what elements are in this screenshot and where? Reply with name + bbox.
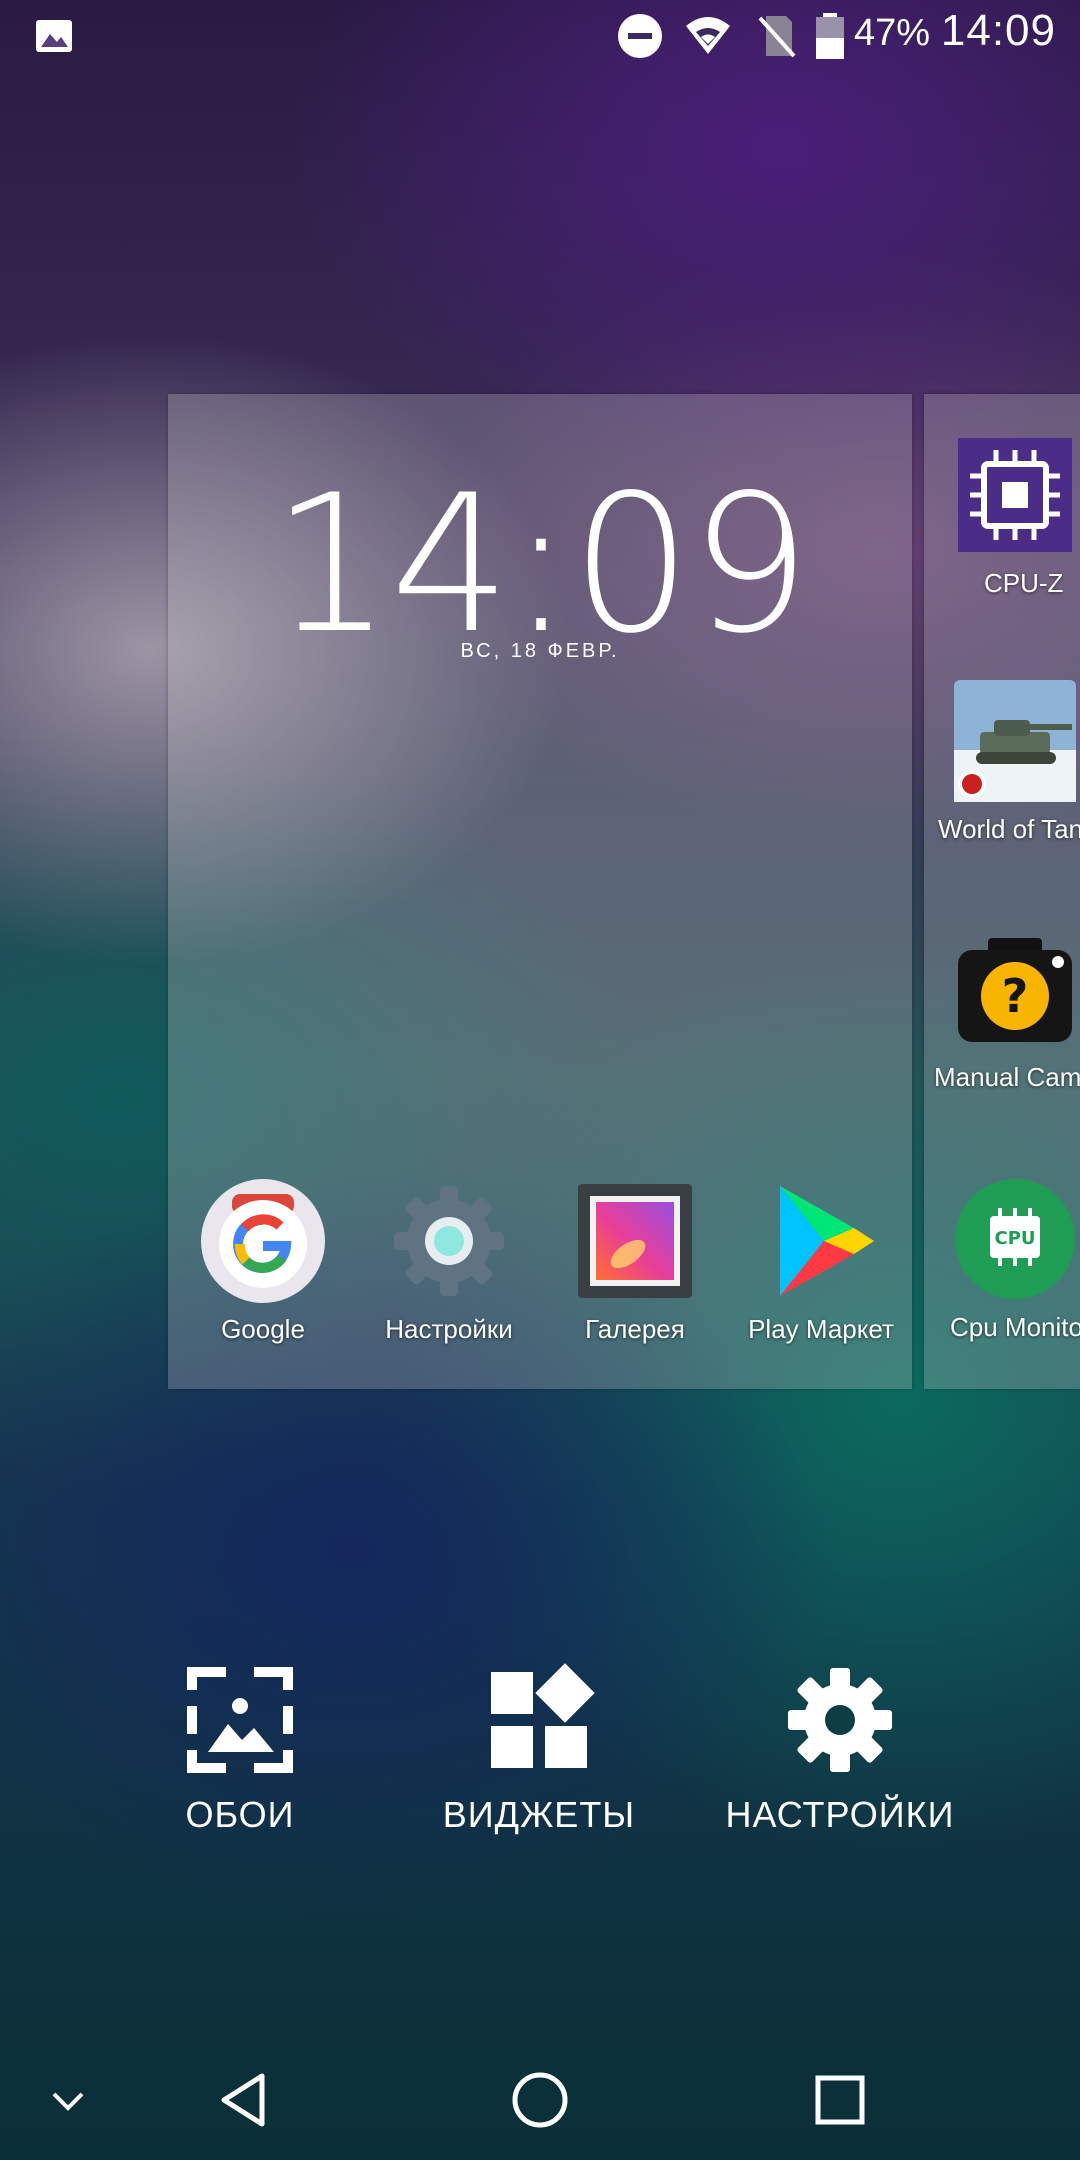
svg-text:?: ?	[1002, 969, 1029, 1023]
back-icon[interactable]	[212, 2068, 276, 2132]
no-sim-icon	[758, 16, 796, 58]
wallpaper-icon	[187, 1667, 293, 1773]
home-page-preview[interactable]: 14:09 ВС, 18 ФЕВР. Google Настройки Гале…	[168, 394, 912, 1389]
app-label: Cpu Monito	[950, 1312, 1080, 1342]
recents-icon[interactable]	[808, 2068, 872, 2132]
battery-percentage: 47%	[853, 12, 930, 54]
navigation-bar	[0, 2040, 1080, 2160]
app-label: CPU-Z	[984, 568, 1064, 598]
app-cpu-z[interactable]: CPU-Z	[924, 434, 1080, 599]
world-of-tanks-icon	[954, 680, 1076, 802]
option-label: ОБОИ	[185, 1794, 295, 1835]
option-label: НАСТРОЙКИ	[725, 1794, 955, 1835]
gallery-icon	[578, 1184, 692, 1298]
app-manual-camera[interactable]: ? Manual Came	[924, 928, 1080, 1093]
play-store-icon	[780, 1186, 874, 1296]
cpu-monitor-icon: CPU	[955, 1179, 1075, 1299]
widgets-icon	[491, 1663, 595, 1768]
home-options: ОБОИ ВИДЖЕТЫ НАСТРОЙКИ	[0, 1660, 1080, 1850]
home-page-next-preview[interactable]: CPU-Z World of Tank ? Manual Came CP	[924, 394, 1080, 1389]
app-world-of-tanks[interactable]: World of Tank	[924, 680, 1080, 845]
app-google[interactable]: Google	[168, 1178, 358, 1345]
app-label: World of Tank	[938, 814, 1080, 844]
app-label: Настройки	[385, 1314, 513, 1344]
app-label: Manual Came	[934, 1062, 1080, 1092]
app-label: Google	[221, 1314, 305, 1344]
status-bar: 47% 14:09	[0, 0, 1080, 72]
app-label: Галерея	[585, 1314, 685, 1344]
google-icon	[201, 1179, 325, 1303]
status-time: 14:09	[940, 6, 1056, 55]
clock-widget-date: ВС, 18 ФЕВР.	[460, 640, 620, 662]
option-label: ВИДЖЕТЫ	[442, 1794, 636, 1835]
image-notification-icon	[36, 20, 72, 52]
dnd-icon	[618, 14, 662, 58]
app-gallery[interactable]: Галерея	[540, 1178, 730, 1345]
cpu-z-icon	[958, 438, 1072, 552]
app-settings[interactable]: Настройки	[354, 1178, 544, 1345]
app-cpu-monitor[interactable]: CPU Cpu Monito	[924, 1178, 1080, 1343]
svg-text:CPU: CPU	[994, 1228, 1035, 1249]
app-label: Play Маркет	[748, 1314, 894, 1344]
settings-gear-icon	[788, 1668, 892, 1772]
battery-icon	[816, 13, 844, 59]
widgets-button[interactable]: ВИДЖЕТЫ	[389, 1660, 689, 1836]
manual-camera-icon: ?	[958, 938, 1072, 1042]
hide-chevron-icon[interactable]	[36, 2068, 100, 2132]
settings-app-icon	[394, 1186, 504, 1296]
wifi-icon	[686, 17, 730, 54]
app-play-store[interactable]: Play Маркет	[726, 1178, 916, 1345]
home-settings-button[interactable]: НАСТРОЙКИ	[690, 1660, 990, 1836]
wallpapers-button[interactable]: ОБОИ	[90, 1660, 390, 1836]
home-icon[interactable]	[508, 2068, 572, 2132]
